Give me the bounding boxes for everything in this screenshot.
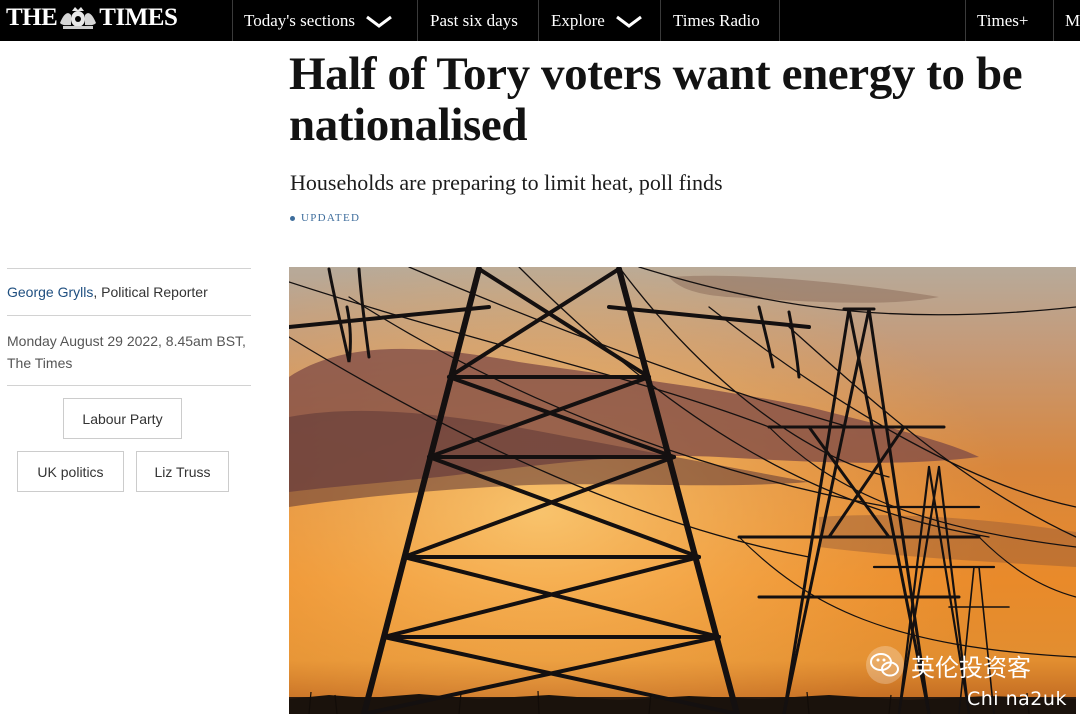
nav-times-radio[interactable]: Times Radio [673, 0, 760, 41]
nav-past-six-days-label: Past six days [430, 10, 518, 30]
byline: George Grylls, Political Reporter [7, 283, 208, 301]
watermark-title: 英伦投资客 [911, 653, 1031, 682]
nav-divider [232, 0, 233, 41]
royal-crest-icon [60, 7, 97, 29]
nav-divider [965, 0, 966, 41]
top-navigation-bar: THE TIMES Today's sections Past six days… [0, 0, 1080, 41]
tag-liz-truss[interactable]: Liz Truss [136, 451, 229, 492]
nav-my-account-label: M [1065, 10, 1080, 30]
tag-uk-politics[interactable]: UK politics [17, 451, 124, 492]
updated-label: UPDATED [301, 212, 361, 224]
nav-divider [417, 0, 418, 41]
nav-divider [538, 0, 539, 41]
chevron-down-icon [366, 15, 392, 28]
nav-past-six-days[interactable]: Past six days [430, 0, 518, 41]
updated-badge: UPDATED [290, 212, 360, 224]
byline-divider [7, 268, 251, 269]
nav-divider [1053, 0, 1054, 41]
nav-todays-sections-label: Today's sections [244, 10, 355, 30]
nav-times-plus-label: Times+ [977, 10, 1029, 30]
nav-divider [779, 0, 780, 41]
byline-divider [7, 315, 251, 316]
byline-divider [7, 385, 251, 386]
nav-divider [660, 0, 661, 41]
watermark: 英伦投资客 [865, 645, 1031, 685]
watermark-subtitle: Chi na2uk [967, 688, 1067, 710]
author-link[interactable]: George Grylls [7, 284, 93, 300]
status-dot-icon [290, 215, 295, 221]
tag-labour-party[interactable]: Labour Party [63, 398, 182, 439]
wechat-icon [866, 646, 904, 684]
nav-times-plus[interactable]: Times+ [977, 0, 1028, 41]
nav-explore-label: Explore [551, 10, 605, 30]
logo-word-the: THE [6, 4, 58, 31]
chevron-down-icon [615, 15, 642, 28]
logo-word-times: TIMES [99, 4, 178, 31]
site-logo[interactable]: THE TIMES [6, 3, 178, 33]
nav-explore[interactable]: Explore [551, 0, 643, 41]
nav-my-account[interactable]: M [1065, 0, 1080, 41]
publish-dateline: Monday August 29 2022, 8.45am BST, The T… [7, 333, 246, 371]
nav-todays-sections[interactable]: Today's sections [244, 0, 393, 41]
article-subheadline: Households are preparing to limit heat, … [290, 170, 723, 195]
author-role: , Political Reporter [93, 284, 208, 300]
article-headline: Half of Tory voters want energy to be na… [289, 48, 1023, 151]
nav-times-radio-label: Times Radio [673, 10, 760, 30]
